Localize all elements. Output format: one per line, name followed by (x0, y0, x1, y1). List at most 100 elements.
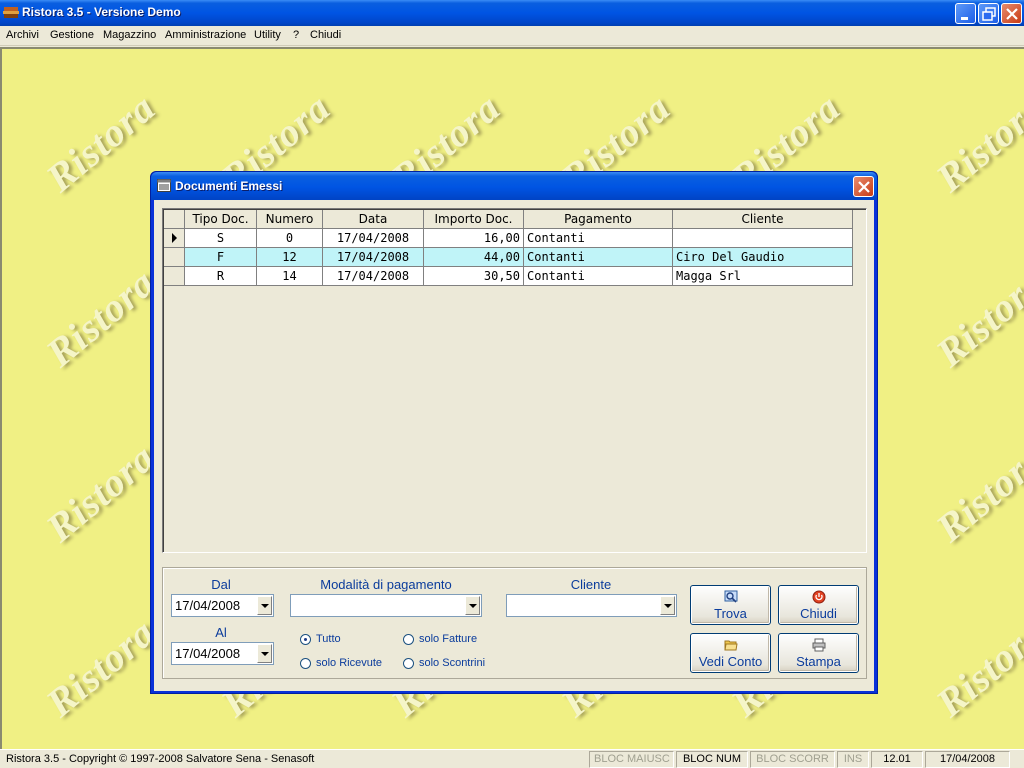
menu-gestione[interactable]: Gestione (50, 29, 94, 41)
menu-chiudi[interactable]: Chiudi (310, 29, 341, 41)
status-bloc-maiusc: BLOC MAIUSC (589, 751, 674, 768)
power-icon (812, 590, 826, 604)
radio-unchecked-icon (300, 658, 311, 669)
chevron-down-icon (664, 604, 672, 608)
main-titlebar: Ristora 3.5 - Versione Demo (0, 0, 1024, 26)
trova-button[interactable]: Trova (690, 585, 771, 625)
cliente-dropdown-button[interactable] (660, 596, 675, 615)
cell-tipo[interactable]: F (185, 248, 257, 267)
cell-numero[interactable]: 14 (257, 267, 323, 286)
al-date-value: 17/04/2008 (175, 646, 241, 661)
al-dropdown-button[interactable] (257, 644, 272, 663)
col-tipo-doc[interactable]: Tipo Doc. (185, 210, 257, 229)
restore-button[interactable] (978, 3, 999, 24)
al-label: Al (215, 625, 227, 640)
dialog-title: Documenti Emessi (175, 179, 283, 193)
watermark-logo: Ristora (927, 434, 1024, 551)
dal-label: Dal (211, 577, 231, 592)
app-icon[interactable] (3, 5, 19, 19)
cell-pagamento[interactable]: Contanti (524, 267, 673, 286)
cell-cliente[interactable]: Ciro Del Gaudio (673, 248, 853, 267)
stampa-label: Stampa (796, 654, 841, 669)
col-numero[interactable]: Numero (257, 210, 323, 229)
status-bloc-num: BLOC NUM (676, 751, 748, 768)
col-data[interactable]: Data (323, 210, 424, 229)
restore-icon (982, 7, 996, 21)
dialog-close-button[interactable] (853, 176, 874, 197)
document-icon (157, 179, 171, 192)
chiudi-button[interactable]: Chiudi (778, 585, 859, 625)
row-selector[interactable] (164, 229, 185, 248)
menu-utility[interactable]: Utility (254, 29, 281, 41)
cell-importo[interactable]: 16,00 (424, 229, 524, 248)
cell-cliente[interactable]: Magga Srl (673, 267, 853, 286)
modalita-select[interactable] (290, 594, 482, 617)
watermark-logo: Ristora (927, 84, 1024, 201)
radio-unchecked-icon (403, 658, 414, 669)
radio-checked-icon (300, 634, 311, 645)
row-selector[interactable] (164, 267, 185, 286)
grid-corner (164, 210, 185, 229)
status-ins: INS (837, 751, 869, 768)
menu-archivi[interactable]: Archivi (6, 29, 39, 41)
filter-panel: Dal 17/04/2008 Al 17/04/2008 Modalità di… (162, 567, 867, 679)
watermark-logo: Ristora (37, 84, 164, 201)
chevron-down-icon (469, 604, 477, 608)
cell-cliente[interactable] (673, 229, 853, 248)
status-copyright: Ristora 3.5 - Copyright © 1997-2008 Salv… (6, 753, 315, 765)
chevron-down-icon (261, 604, 269, 608)
documenti-emessi-dialog: Documenti Emessi Tipo Doc. Numero Data I… (150, 171, 878, 694)
row-selector[interactable] (164, 248, 185, 267)
menu-bar: Archivi Gestione Magazzino Amministrazio… (0, 26, 1024, 46)
menu-magazzino[interactable]: Magazzino (103, 29, 156, 41)
cell-importo[interactable]: 44,00 (424, 248, 524, 267)
cell-numero[interactable]: 0 (257, 229, 323, 248)
documents-grid[interactable]: Tipo Doc. Numero Data Importo Doc. Pagam… (162, 208, 867, 553)
status-bar: Ristora 3.5 - Copyright © 1997-2008 Salv… (0, 749, 1024, 768)
printer-icon (812, 638, 826, 652)
folder-open-icon (724, 640, 738, 651)
cell-tipo[interactable]: S (185, 229, 257, 248)
dal-date-picker[interactable]: 17/04/2008 (171, 594, 274, 617)
current-row-icon (172, 233, 177, 243)
stampa-button[interactable]: Stampa (778, 633, 859, 673)
close-window-button[interactable] (1001, 3, 1022, 24)
watermark-logo: Ristora (37, 434, 164, 551)
minimize-button[interactable] (955, 3, 976, 24)
modalita-dropdown-button[interactable] (465, 596, 480, 615)
status-bloc-scorr: BLOC SCORR (750, 751, 835, 768)
cell-importo[interactable]: 30,50 (424, 267, 524, 286)
cell-data[interactable]: 17/04/2008 (323, 267, 424, 286)
cell-pagamento[interactable]: Contanti (524, 248, 673, 267)
cell-data[interactable]: 17/04/2008 (323, 229, 424, 248)
radio-solo-scontrini-label: solo Scontrini (419, 657, 486, 669)
status-date: 17/04/2008 (925, 751, 1010, 768)
cell-pagamento[interactable]: Contanti (524, 229, 673, 248)
vedi-conto-button[interactable]: Vedi Conto (690, 633, 771, 673)
dialog-titlebar: Documenti Emessi (151, 172, 877, 200)
col-pagamento[interactable]: Pagamento (524, 210, 673, 229)
cell-numero[interactable]: 12 (257, 248, 323, 267)
watermark-logo: Ristora (37, 609, 164, 726)
watermark-logo: Ristora (927, 609, 1024, 726)
col-cliente[interactable]: Cliente (673, 210, 853, 229)
chiudi-label: Chiudi (800, 606, 837, 621)
cliente-select[interactable] (506, 594, 677, 617)
cell-tipo[interactable]: R (185, 267, 257, 286)
col-importo[interactable]: Importo Doc. (424, 210, 524, 229)
trova-label: Trova (714, 606, 747, 621)
close-icon (858, 181, 870, 193)
cell-data[interactable]: 17/04/2008 (323, 248, 424, 267)
search-icon (724, 590, 738, 603)
cliente-label: Cliente (570, 577, 612, 592)
dal-date-value: 17/04/2008 (175, 598, 241, 613)
menu-amministrazione[interactable]: Amministrazione (165, 29, 246, 41)
radio-solo-fatture-label: solo Fatture (419, 633, 478, 645)
window-title: Ristora 3.5 - Versione Demo (22, 5, 181, 19)
al-date-picker[interactable]: 17/04/2008 (171, 642, 274, 665)
chevron-down-icon (261, 652, 269, 656)
menu-help[interactable]: ? (293, 29, 299, 41)
radio-unchecked-icon (403, 634, 414, 645)
dal-dropdown-button[interactable] (257, 596, 272, 615)
modalita-label: Modalità di pagamento (320, 577, 452, 592)
